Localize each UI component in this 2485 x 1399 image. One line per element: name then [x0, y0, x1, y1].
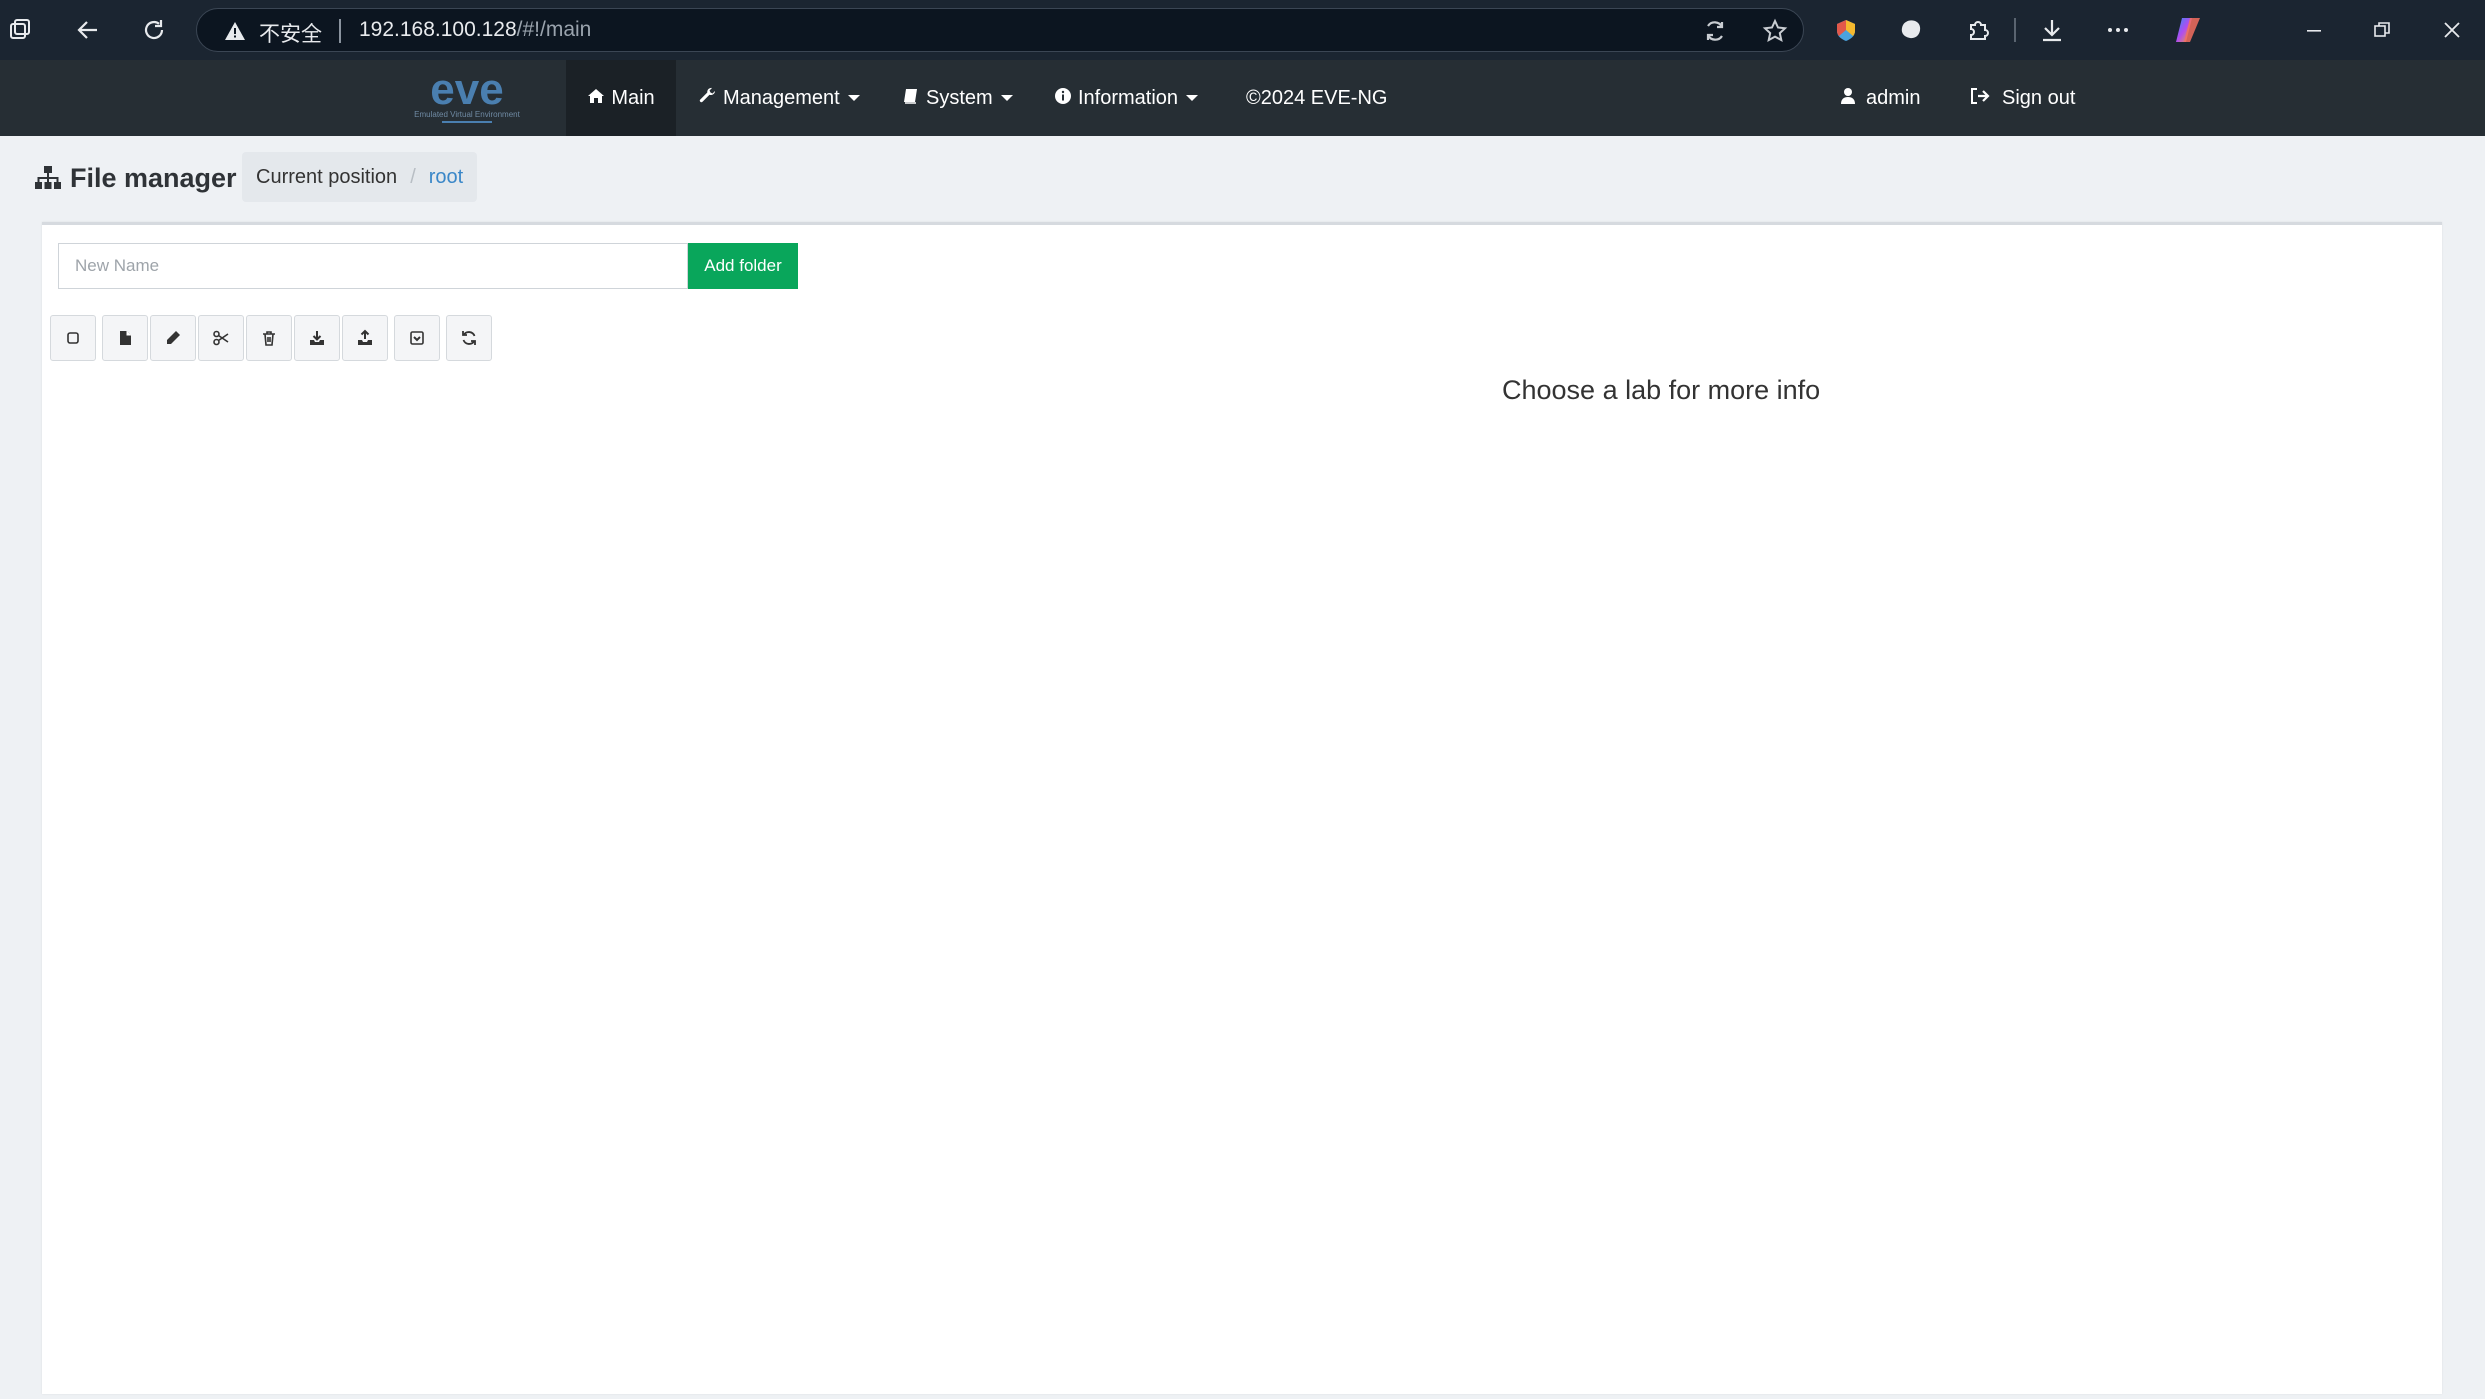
url-host: 192.168.100.128 — [359, 18, 517, 41]
export-button[interactable] — [342, 315, 388, 361]
cut-button[interactable] — [198, 315, 244, 361]
nav-information[interactable]: Information — [1054, 60, 1199, 136]
file-manager-panel: Add folder Choose a lab for more info — [42, 222, 2442, 1394]
select-all-icon — [67, 332, 79, 344]
rename-button[interactable] — [150, 315, 196, 361]
breadcrumb-separator: / — [410, 165, 416, 188]
delete-trash-icon — [263, 331, 275, 346]
chevron-down-icon — [1186, 95, 1199, 101]
page-title: File manager — [34, 158, 237, 198]
archive-button[interactable] — [394, 315, 440, 361]
extensions-puzzle-icon[interactable] — [1960, 12, 1996, 48]
browser-chrome: 不安全 192.168.100.128/#!/main — [0, 0, 2485, 60]
nav-signout[interactable]: Sign out — [1970, 60, 2075, 136]
delete-button[interactable] — [246, 315, 292, 361]
home-icon — [587, 88, 605, 109]
nav-signout-label: Sign out — [2002, 86, 2076, 109]
copilot-icon[interactable] — [2170, 12, 2206, 48]
chevron-down-icon — [847, 95, 860, 101]
nav-information-label: Information — [1078, 86, 1179, 109]
more-icon[interactable] — [2100, 12, 2136, 48]
new-file-icon — [120, 331, 131, 345]
minimize-icon[interactable] — [2296, 12, 2332, 48]
rename-pencil-icon — [167, 331, 180, 344]
breadcrumb: Current position / root — [242, 152, 478, 202]
new-name-input[interactable] — [58, 243, 688, 289]
select-all-button[interactable] — [50, 315, 96, 361]
import-icon — [310, 331, 324, 345]
address-bar[interactable]: 不安全 192.168.100.128/#!/main — [196, 8, 1804, 52]
nav-system-label: System — [926, 86, 993, 109]
book-icon — [902, 87, 920, 110]
reload-icon[interactable] — [136, 12, 172, 48]
url-text[interactable]: 192.168.100.128/#!/main — [359, 18, 591, 42]
nav-copyright-label: ©2024 EVE-NG — [1246, 86, 1388, 109]
nav-system[interactable]: System — [902, 60, 1013, 136]
user-icon — [1840, 87, 1856, 110]
translate-icon[interactable] — [1701, 17, 1729, 45]
new-file-button[interactable] — [102, 315, 148, 361]
workspaces-icon[interactable] — [2, 12, 38, 48]
nav-copyright[interactable]: ©2024 EVE-NG — [1246, 60, 1387, 136]
warning-icon[interactable] — [223, 19, 247, 43]
toolbar-separator — [2014, 18, 2016, 42]
logo-subtext: Emulated Virtual Environment — [414, 110, 520, 119]
nav-user[interactable]: admin — [1840, 60, 1920, 136]
breadcrumb-label: Current position — [256, 165, 398, 188]
nav-management-label: Management — [723, 86, 840, 109]
extension-blob-icon[interactable] — [1894, 12, 1930, 48]
back-icon[interactable] — [70, 12, 106, 48]
nav-management[interactable]: Management — [699, 60, 860, 136]
breadcrumb-root-link[interactable]: root — [429, 166, 463, 189]
add-folder-button[interactable]: Add folder — [688, 243, 798, 289]
restore-icon[interactable] — [2364, 12, 2400, 48]
url-separator — [339, 19, 341, 43]
downloads-icon[interactable] — [2034, 12, 2070, 48]
nav-main[interactable]: Main — [566, 60, 676, 136]
wrench-icon — [699, 87, 717, 110]
url-path: /#!/main — [516, 18, 592, 41]
page-title-text: File manager — [70, 162, 237, 193]
eve-logo[interactable]: eve Emulated Virtual Environment — [398, 65, 536, 128]
chevron-down-icon — [1000, 95, 1013, 101]
favorite-star-icon[interactable] — [1761, 17, 1789, 45]
security-label[interactable]: 不安全 — [259, 18, 322, 48]
sign-out-icon — [1970, 87, 1990, 110]
cut-scissors-icon — [213, 330, 229, 346]
logo-text: eve — [430, 68, 503, 114]
extension-color-icon[interactable] — [1828, 12, 1864, 48]
app-navbar: eve Emulated Virtual Environment Main Ma… — [0, 60, 2485, 136]
archive-icon — [410, 331, 424, 345]
nav-main-label: Main — [611, 86, 655, 109]
nav-user-label: admin — [1866, 86, 1921, 109]
refresh-button[interactable] — [446, 315, 492, 361]
info-circle-icon — [1054, 87, 1072, 110]
sitemap-icon — [35, 166, 61, 189]
close-icon[interactable] — [2434, 12, 2470, 48]
import-button[interactable] — [294, 315, 340, 361]
export-icon — [358, 329, 372, 345]
refresh-icon — [462, 331, 476, 345]
lab-info-message: Choose a lab for more info — [1502, 375, 1821, 405]
